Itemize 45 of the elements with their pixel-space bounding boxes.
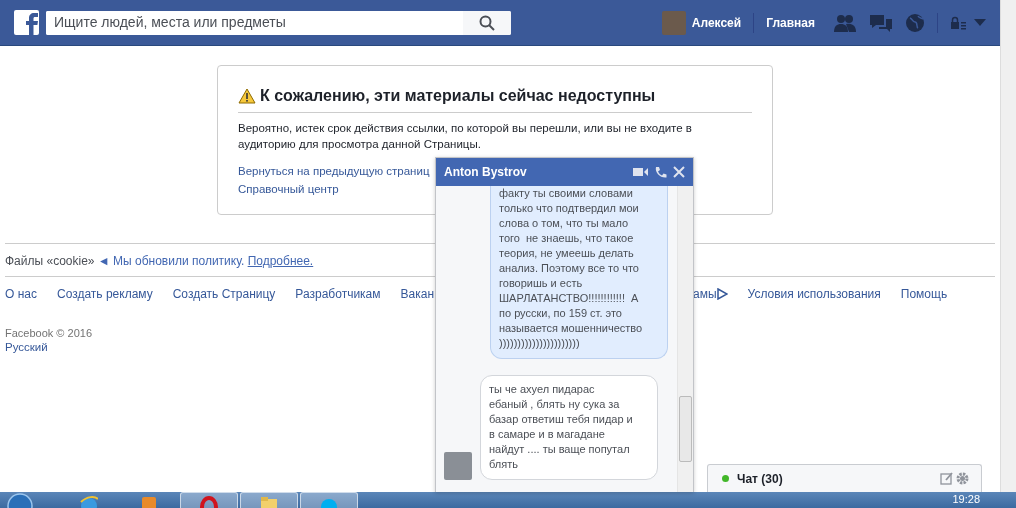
profile-link[interactable]: Алексей bbox=[691, 13, 742, 32]
footer-link[interactable]: Вакан bbox=[400, 285, 435, 303]
footer-link[interactable]: О нас bbox=[5, 285, 37, 303]
chat-label: Чат (30) bbox=[737, 470, 784, 488]
messages-icon[interactable] bbox=[869, 12, 893, 33]
close-icon[interactable] bbox=[673, 166, 685, 178]
search-field[interactable]: Ищите людей, места или предметы bbox=[46, 10, 511, 35]
footer-link[interactable]: Разработчикам bbox=[295, 285, 381, 303]
lock-icon[interactable] bbox=[950, 15, 966, 30]
notice-title: К сожалению, эти материалы сейчас недоступны bbox=[260, 86, 656, 106]
message-bubble: ты че ахуел пидарас ебаный , блять ну сука за базар ответиш тебя пидар и в самаре и в магадане найдут .... ты ваще попутал блять bbox=[480, 375, 658, 480]
adchoices-icon bbox=[716, 288, 728, 300]
gear-icon[interactable] bbox=[956, 472, 969, 485]
search-icon bbox=[479, 14, 495, 31]
clock: 19:28 bbox=[952, 492, 980, 506]
notice-text: Вероятно, истек срок действия ссылки, по которой вы перешли, или вы не входите в аудиторию для просмотра данной Страницы. bbox=[238, 121, 693, 152]
footer-link[interactable]: Создать Страницу bbox=[172, 285, 276, 303]
footer-link[interactable]: Создать рекламу bbox=[56, 285, 153, 303]
notice-link[interactable]: Справочный центр bbox=[238, 180, 339, 198]
footer-link[interactable]: Помощь bbox=[900, 285, 948, 303]
scrollbar[interactable] bbox=[1000, 0, 1016, 492]
chat-bar[interactable]: Чат (30) bbox=[707, 464, 982, 492]
opera-icon[interactable] bbox=[200, 495, 218, 508]
footer-link[interactable]: амы bbox=[693, 285, 728, 303]
home-link[interactable]: Главная bbox=[766, 13, 815, 32]
video-camera-icon[interactable] bbox=[633, 167, 648, 177]
logo-icon[interactable] bbox=[14, 10, 39, 35]
compose-icon[interactable] bbox=[940, 472, 953, 485]
message-bubble: факту ты своими словами только что подтвердил мои слова о том, что ты мало того не знаешь, что такое теория, не умеешь делать анализ. Поэтому все то что говоришь и есть ШАРЛАТАНСТВО!!!!!!!!!!!! А по русски, по 159 ст. это называется мошенничество )))))))))))))))))))))) bbox=[490, 186, 668, 359]
browser-icon[interactable] bbox=[80, 494, 98, 508]
scrollbar[interactable] bbox=[677, 186, 693, 492]
phone-icon[interactable] bbox=[654, 165, 667, 179]
avatar-photo bbox=[444, 452, 472, 480]
copyright-text: Facebook © 2016 bbox=[5, 326, 92, 340]
cookie-link[interactable]: Подробнее. bbox=[247, 254, 314, 268]
footer-link[interactable]: Условия использования bbox=[747, 285, 881, 303]
search-button[interactable] bbox=[463, 10, 511, 35]
cookie-notice: Файлы «cookie» ◄ Мы обновили политику. Подробнее. bbox=[5, 253, 314, 270]
caret-icon[interactable] bbox=[974, 18, 986, 27]
notice-link[interactable]: Вернуться на предыдущую страниц bbox=[238, 162, 430, 180]
warning-icon bbox=[238, 88, 256, 104]
language-link[interactable]: Русский bbox=[5, 340, 48, 354]
app-icon[interactable] bbox=[140, 494, 158, 508]
folder-icon[interactable] bbox=[260, 495, 278, 508]
friends-icon[interactable] bbox=[833, 12, 857, 33]
